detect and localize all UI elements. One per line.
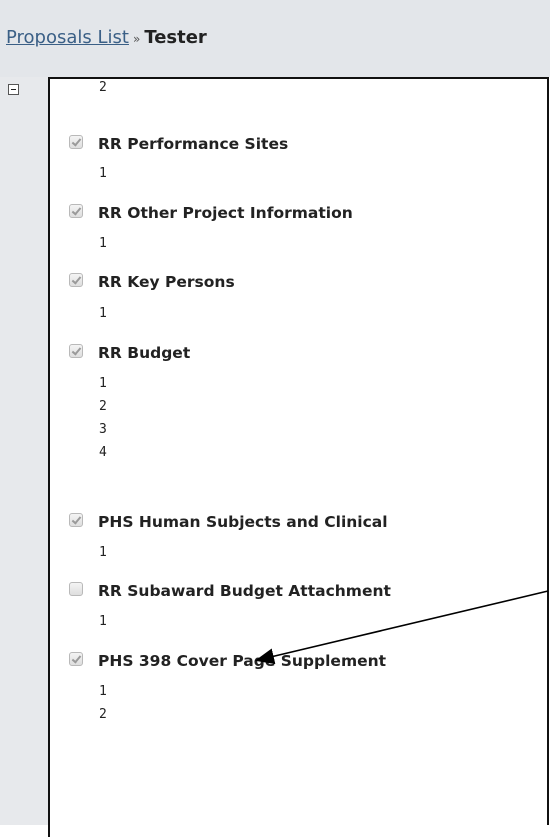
form-label[interactable]: PHS 398 Cover Page Supplement [98,652,386,670]
page-item[interactable]: 1 [50,304,548,327]
form-checkbox[interactable] [69,273,83,287]
page-item[interactable]: 1 [50,234,548,257]
page-number: 1 [99,166,107,181]
form-row: RR Subaward Budget Attachment [50,579,548,607]
forms-panel: SF424 RR12RR Performance Sites1RR Other … [48,77,548,837]
form-label[interactable]: RR Performance Sites [98,135,288,153]
form-checkbox[interactable] [69,204,83,218]
page-number: 2 [99,707,107,722]
breadcrumb-current: Tester [144,27,207,48]
form-label[interactable]: RR Budget [98,344,190,362]
panel-right-border [547,77,549,825]
form-checkbox[interactable] [69,135,83,149]
form-label[interactable]: RR Other Project Information [98,204,353,222]
page-number: 2 [99,80,107,95]
breadcrumb: Proposals List» Tester [6,27,207,48]
form-checkbox[interactable] [69,513,83,527]
page-number: 1 [99,306,107,321]
page-number: 1 [99,684,107,699]
page-item[interactable]: 1 [50,682,548,705]
form-row: RR Performance Sites [50,132,548,160]
page-number: 4 [99,445,107,460]
page-item[interactable]: 2 [50,79,548,101]
page-number: 1 [99,236,107,251]
page-item[interactable]: 3 [50,420,548,443]
page-item[interactable]: 2 [50,397,548,420]
form-checkbox[interactable] [69,582,83,596]
header-bar: Proposals List» Tester [0,0,550,77]
page-item[interactable]: 1 [50,164,548,187]
form-row: RR Key Persons [50,270,548,298]
form-checkbox[interactable] [69,652,83,666]
page-item[interactable]: 4 [50,443,548,466]
minus-square-icon[interactable] [8,84,19,95]
page-number: 2 [99,399,107,414]
left-gutter [0,77,48,825]
page-number: 1 [99,614,107,629]
form-row: RR Budget [50,341,548,369]
form-row: RR Other Project Information [50,201,548,229]
form-label[interactable]: RR Subaward Budget Attachment [98,582,391,600]
form-checkbox[interactable] [69,344,83,358]
breadcrumb-link-proposals-list[interactable]: Proposals List [6,27,129,48]
page-item[interactable]: 1 [50,612,548,635]
page-item[interactable]: 1 [50,374,548,397]
page-number: 1 [99,545,107,560]
form-row: PHS Human Subjects and Clinical [50,510,548,538]
form-row: PHS 398 Cover Page Supplement [50,649,548,677]
page-number: 1 [99,376,107,391]
page-number: 3 [99,422,107,437]
page-item[interactable]: 2 [50,705,548,728]
form-label[interactable]: RR Key Persons [98,273,235,291]
breadcrumb-separator: » [132,32,141,46]
form-label[interactable]: PHS Human Subjects and Clinical [98,513,388,531]
page-item[interactable]: 1 [50,543,548,566]
